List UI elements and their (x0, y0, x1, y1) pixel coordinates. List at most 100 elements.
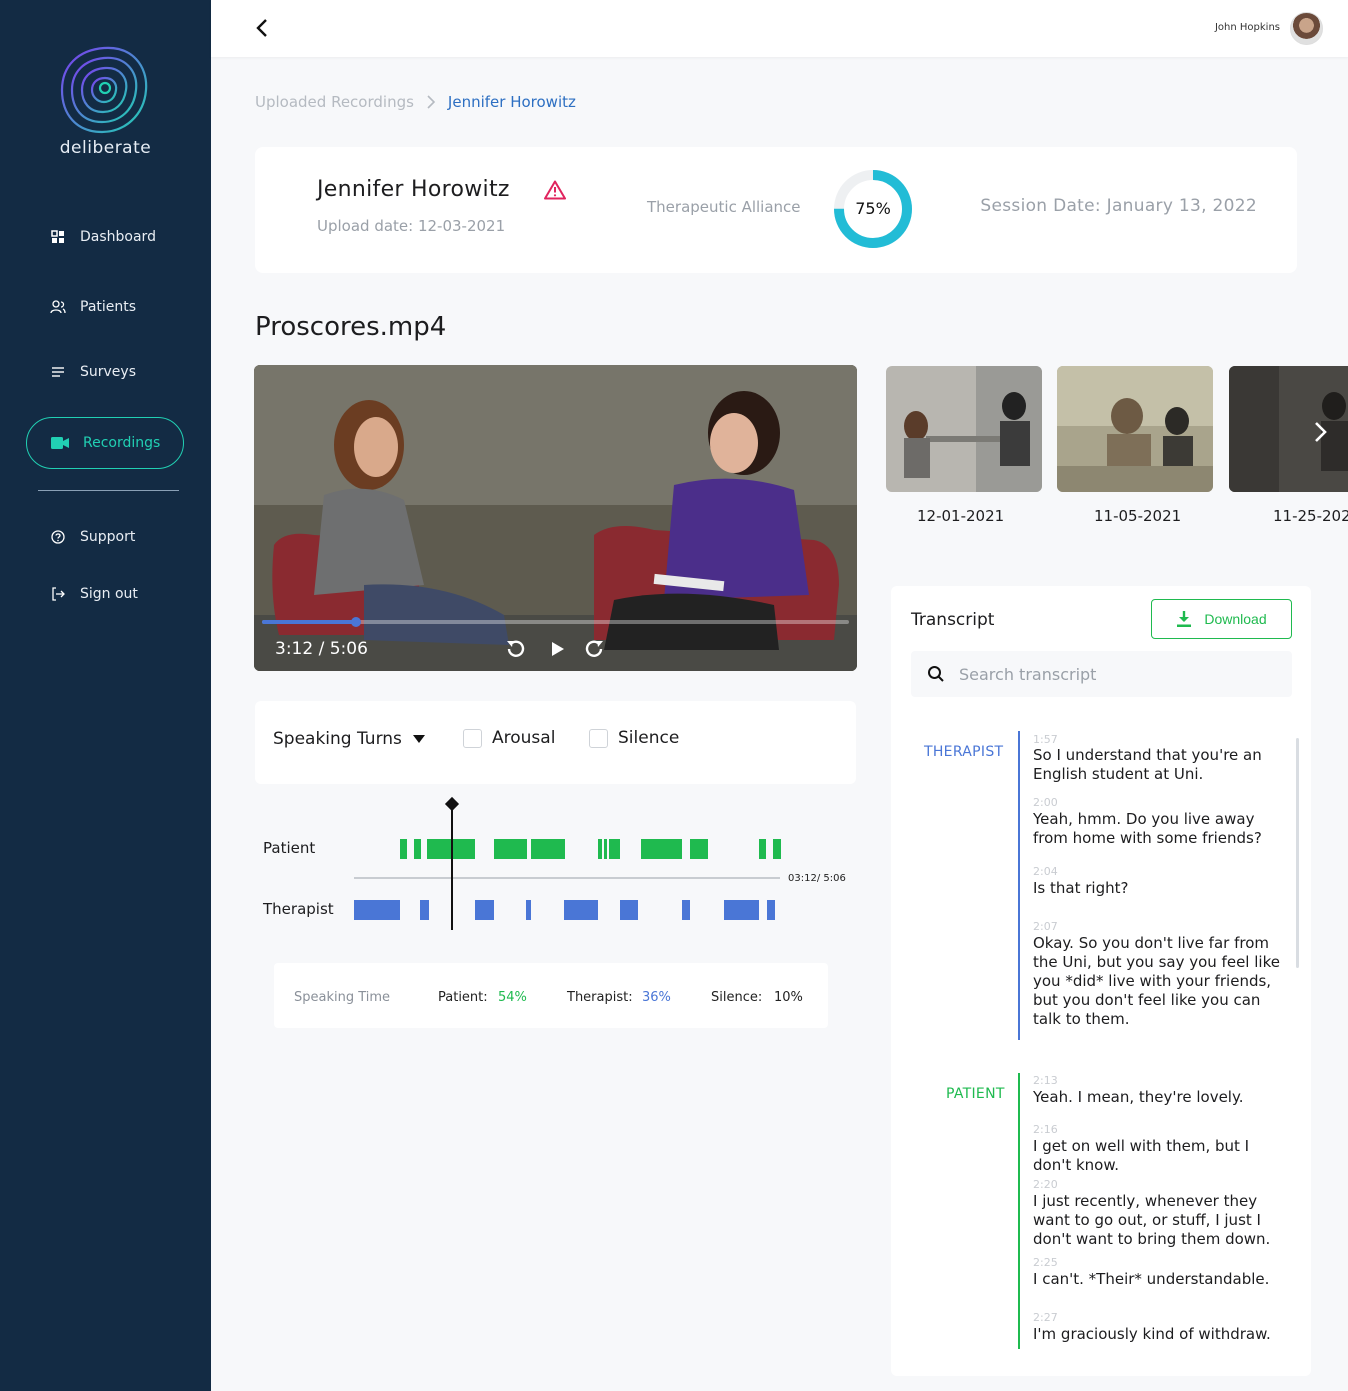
therapist-turn-bar (354, 900, 400, 920)
transcript-scrollbar[interactable] (1296, 738, 1299, 968)
sidebar-item-support[interactable]: Support (50, 529, 135, 545)
transcript-search (911, 651, 1292, 697)
sidebar-item-recordings[interactable]: Recordings (26, 417, 184, 469)
back-arrow-icon[interactable] (251, 16, 275, 40)
analysis-toolbar: Speaking Turns Arousal Silence (255, 701, 856, 784)
transcript-title: Transcript (911, 610, 995, 630)
video-progress-fill (262, 620, 356, 624)
checkbox-label: Silence (618, 728, 680, 748)
therapist-turn-bar (564, 900, 598, 920)
stats-patient-label: Patient: (438, 990, 488, 1005)
thumbnail-image (1057, 366, 1213, 492)
stats-silence-value: 10% (774, 990, 803, 1005)
therapist-turn-bar (475, 900, 494, 920)
sidebar-item-sign-out[interactable]: Sign out (50, 586, 138, 602)
caret-down-icon (412, 735, 425, 743)
patient-name: Jennifer Horowitz (317, 177, 510, 202)
list-icon (52, 367, 64, 377)
video-player[interactable]: 3:12 / 5:06 (254, 365, 857, 671)
sign-out-icon (52, 587, 65, 601)
chevron-right-icon (427, 95, 436, 109)
recording-thumbnail[interactable] (886, 366, 1042, 492)
download-icon (1177, 611, 1192, 627)
timeline-patient-label: Patient (263, 839, 316, 857)
checkbox-box[interactable] (463, 728, 482, 748)
therapeutic-alliance-value: 75% (855, 199, 891, 218)
therapist-turn-bar (526, 900, 531, 920)
sidebar-item-label: Dashboard (80, 229, 156, 245)
transcript-panel: Transcript Download THERAPIST 1:57 So I … (891, 586, 1311, 1376)
sidebar-item-surveys[interactable]: Surveys (50, 364, 136, 380)
stats-label: Speaking Time (294, 990, 391, 1005)
chevron-right-icon[interactable] (1306, 418, 1334, 446)
patient-turn-bar (400, 839, 407, 859)
utterance-text: I just recently, whenever they want to g… (1033, 1192, 1271, 1248)
top-bar: John Hopkins (211, 0, 1348, 57)
video-progress-handle[interactable] (350, 617, 361, 627)
sidebar: deliberate Dashboard Patients Surveys Re… (0, 0, 211, 1391)
thumbnail-date: 11-05-2021 (1094, 507, 1182, 525)
patient-turn-bar (494, 839, 527, 859)
checkbox-box[interactable] (589, 728, 608, 748)
rewind-icon[interactable] (503, 637, 527, 661)
session-date: Session Date: January 13, 2022 (980, 196, 1257, 216)
speaking-turns-dropdown[interactable]: Speaking Turns (273, 729, 426, 749)
utterance-time: 2:16 (1033, 1123, 1058, 1136)
arousal-checkbox[interactable]: Arousal (463, 728, 555, 748)
utterance-time: 2:13 (1033, 1074, 1058, 1087)
sidebar-item-label: Surveys (80, 364, 136, 380)
utterance-text: Is that right? (1033, 879, 1129, 897)
utterance-text: Yeah, hmm. Do you live away from home wi… (1033, 810, 1262, 847)
speaker-divider (1018, 1073, 1020, 1349)
breadcrumb: Uploaded Recordings Jennifer Horowitz (255, 93, 576, 111)
timeline-playhead[interactable] (451, 804, 453, 930)
download-button[interactable]: Download (1151, 599, 1292, 639)
stats-silence-label: Silence: (711, 990, 763, 1005)
thumbnail-image (886, 366, 1042, 492)
dropdown-label: Speaking Turns (273, 729, 402, 749)
sidebar-item-dashboard[interactable]: Dashboard (50, 229, 156, 245)
sidebar-item-label: Recordings (83, 435, 161, 451)
patient-turn-bar (641, 839, 682, 859)
upload-date: Upload date: 12-03-2021 (317, 217, 506, 235)
utterance-text: I get on well with them, but I don't kno… (1033, 1137, 1250, 1174)
speaker-label-therapist: THERAPIST (924, 744, 1004, 760)
search-input[interactable] (959, 664, 1279, 684)
patient-turn-bar (414, 839, 421, 859)
deliberate-logo-icon (60, 46, 148, 134)
user-name: John Hopkins (1214, 22, 1280, 33)
therapist-turn-bar (767, 900, 775, 920)
speaking-time-stats: Speaking Time Patient: 54% Therapist: 36… (274, 963, 828, 1028)
utterance-time: 2:20 (1033, 1178, 1058, 1191)
video-progress-bar[interactable] (262, 617, 849, 627)
utterance-time: 2:27 (1033, 1311, 1058, 1324)
sidebar-item-label: Patients (80, 299, 137, 315)
forward-icon[interactable] (583, 637, 607, 661)
utterance-text: I can't. *Their* understandable. (1033, 1270, 1270, 1288)
avatar[interactable] (1290, 12, 1323, 45)
thumbnail-date: 11-25-2021 (1273, 507, 1348, 525)
silence-checkbox[interactable]: Silence (589, 728, 679, 748)
recording-thumbnail[interactable] (1057, 366, 1213, 492)
users-icon (50, 300, 66, 314)
stats-therapist-label: Therapist: (567, 990, 633, 1005)
sidebar-item-patients[interactable]: Patients (50, 299, 136, 315)
video-frame (254, 365, 857, 671)
patient-turn-bar (773, 839, 781, 859)
play-icon[interactable] (545, 637, 569, 661)
therapeutic-alliance-label: Therapeutic Alliance (647, 198, 801, 216)
patient-turn-bar (598, 839, 602, 859)
timeline-playhead-handle[interactable] (444, 796, 460, 812)
utterance-time: 2:25 (1033, 1256, 1058, 1269)
utterance-text: So I understand that you're an English s… (1033, 746, 1262, 783)
grid-icon (51, 230, 64, 243)
checkbox-label: Arousal (492, 728, 556, 748)
sidebar-item-label: Support (80, 529, 136, 545)
help-circle-icon (51, 530, 65, 544)
therapist-turn-bar (620, 900, 638, 920)
patient-turn-bar (604, 839, 607, 859)
recording-file-name: Proscores.mp4 (255, 312, 447, 342)
utterance-text: Okay. So you don't live far from the Uni… (1033, 934, 1280, 1028)
breadcrumb-link[interactable]: Uploaded Recordings (255, 93, 414, 111)
utterance-time: 2:04 (1033, 865, 1058, 878)
